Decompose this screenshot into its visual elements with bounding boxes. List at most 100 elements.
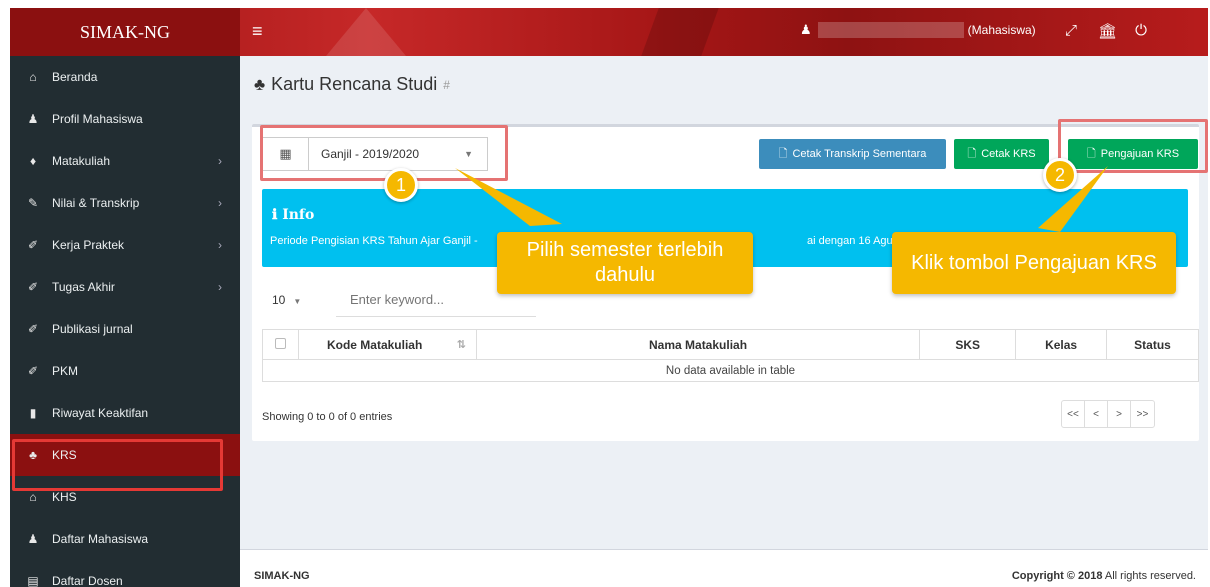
header-kode-label: Kode Matakuliah: [326, 337, 423, 352]
sidebar-item-label: Nilai & Transkrip: [52, 196, 140, 210]
sidebar-item-riwayat-keaktifan[interactable]: ▮ Riwayat Keaktifan: [10, 392, 240, 434]
graduation-icon: ⌂: [29, 490, 37, 504]
semester-highlight-box: [260, 125, 508, 181]
sidebar-item-label: Daftar Dosen: [52, 574, 123, 587]
info-text: Periode Pengisian KRS Tahun Ajar Ganjil …: [270, 235, 478, 247]
step-2-badge: 2: [1043, 158, 1077, 192]
info-text-end: ai dengan 16 Agust: [807, 235, 902, 247]
chevron-right-icon: ›: [218, 154, 222, 168]
user-icon: ♟: [800, 22, 812, 37]
users-icon: ♟: [27, 532, 39, 546]
diamond-icon: ♦: [29, 154, 37, 168]
table-header-row: Kode Matakuliah ⇅ Nama Matakuliah SKS Ke…: [262, 329, 1199, 360]
chevron-right-icon: ›: [218, 280, 222, 294]
sidebar-item-tugas-akhir[interactable]: ✐ Tugas Akhir ›: [10, 266, 240, 308]
copyright-rest: All rights reserved.: [1102, 570, 1196, 582]
page-hash: #: [443, 77, 450, 92]
sidebar-item-daftar-dosen[interactable]: ▤ Daftar Dosen: [10, 560, 240, 587]
first-page-button[interactable]: <<: [1062, 401, 1085, 427]
main-content: ♣ Kartu Rencana Studi # ▦ Ganjil - 2019/…: [240, 56, 1208, 549]
sidebar-item-daftar-mahasiswa[interactable]: ♟ Daftar Mahasiswa: [10, 518, 240, 560]
header-kelas[interactable]: Kelas: [1015, 329, 1108, 360]
page-length-value: 10: [272, 293, 286, 307]
callout-2: Klik tombol Pengajuan KRS: [892, 232, 1176, 294]
hamburger-menu-icon[interactable]: ≡: [252, 22, 263, 40]
select-all-header[interactable]: [262, 329, 299, 360]
pencil-icon: ✐: [27, 364, 39, 378]
sidebar-item-profil-mahasiswa[interactable]: ♟ Profil Mahasiswa: [10, 98, 240, 140]
footer-copyright: Copyright © 2018 All rights reserved.: [1012, 570, 1196, 582]
sidebar-item-kerja-praktek[interactable]: ✐ Kerja Praktek ›: [10, 224, 240, 266]
pencil-icon: ✐: [27, 238, 39, 252]
sidebar-item-pkm[interactable]: ✐ PKM: [10, 350, 240, 392]
document-icon: 🗋: [778, 147, 788, 160]
chevron-down-icon: ▼: [293, 297, 302, 306]
last-page-button[interactable]: >>: [1131, 401, 1154, 427]
header-sks[interactable]: SKS: [919, 329, 1017, 360]
sidebar-item-label: Kerja Praktek: [52, 238, 125, 252]
user-menu[interactable]: ♟ (Mahasiswa): [800, 22, 1036, 38]
top-navbar: SIMAK-NG ≡ ♟ (Mahasiswa) ⤢ 🏛 ⏻: [10, 8, 1208, 56]
sidebar-item-label: Riwayat Keaktifan: [52, 406, 149, 420]
cetak-transkrip-button[interactable]: 🗋 Cetak Transkrip Sementara: [759, 139, 946, 169]
list-icon: ▤: [27, 574, 39, 587]
pencil-icon: ✐: [27, 280, 39, 294]
sidebar-item-label: Tugas Akhir: [52, 280, 115, 294]
expand-icon[interactable]: ⤢: [1062, 22, 1080, 39]
edit-icon: ✎: [27, 196, 39, 210]
table-row: No data available in table: [262, 359, 1199, 382]
pagination: << < > >>: [1061, 400, 1155, 428]
redacted-username: [817, 22, 964, 38]
select-all-checkbox[interactable]: [274, 337, 286, 349]
sidebar-item-label: Daftar Mahasiswa: [52, 532, 149, 546]
next-page-button[interactable]: >: [1108, 401, 1131, 427]
cetak-krs-label: Cetak KRS: [981, 148, 1036, 160]
sidebar-item-nilai-transkrip[interactable]: ✎ Nilai & Transkrip ›: [10, 182, 240, 224]
prev-page-button[interactable]: <: [1085, 401, 1108, 427]
footer-brand: SIMAK-NG: [254, 570, 310, 582]
chevron-right-icon: ›: [218, 238, 222, 252]
empty-table-message: No data available in table: [262, 359, 1199, 382]
krs-highlight-box: [12, 439, 223, 491]
sidebar-item-matakuliah[interactable]: ♦ Matakuliah ›: [10, 140, 240, 182]
user-role: (Mahasiswa): [967, 23, 1036, 37]
home-icon: ⌂: [29, 70, 37, 84]
bookmark-icon: ▮: [29, 406, 37, 420]
sidebar-item-label: Profil Mahasiswa: [52, 112, 143, 126]
chevron-right-icon: ›: [218, 196, 222, 210]
cetak-transkrip-label: Cetak Transkrip Sementara: [792, 148, 927, 160]
cetak-krs-button[interactable]: 🗋 Cetak KRS: [954, 139, 1049, 169]
copyright-year: Copyright © 2018: [1011, 570, 1103, 582]
app-window: SIMAK-NG ≡ ♟ (Mahasiswa) ⤢ 🏛 ⏻ ⌂ Beranda ♟…: [10, 8, 1208, 587]
user-icon: ♟: [27, 112, 39, 126]
krs-table: Kode Matakuliah ⇅ Nama Matakuliah SKS Ke…: [262, 329, 1199, 382]
page-title: ♣ Kartu Rencana Studi #: [254, 74, 450, 95]
institution-icon[interactable]: 🏛: [1098, 22, 1117, 40]
sidebar-item-label: Publikasi jurnal: [52, 322, 133, 336]
sidebar-item-label: PKM: [52, 364, 79, 378]
info-title: ℹ Info: [272, 207, 315, 223]
power-icon[interactable]: ⏻: [1132, 22, 1150, 39]
footer: SIMAK-NG Copyright © 2018 All rights res…: [240, 549, 1208, 587]
header-nama-matakuliah[interactable]: Nama Matakuliah: [475, 329, 921, 360]
sidebar-item-beranda[interactable]: ⌂ Beranda: [10, 56, 240, 98]
step-1-badge: 1: [384, 168, 418, 202]
sidebar-item-publikasi-jurnal[interactable]: ✐ Publikasi jurnal: [10, 308, 240, 350]
header-status[interactable]: Status: [1106, 329, 1199, 360]
pencil-icon: ✐: [27, 322, 39, 336]
header-kode-matakuliah[interactable]: Kode Matakuliah ⇅: [297, 329, 477, 360]
sidebar-item-label: Beranda: [52, 70, 98, 84]
pengajuan-highlight-box: [1058, 119, 1208, 173]
document-icon: 🗋: [967, 147, 977, 160]
entries-info: Showing 0 to 0 of 0 entries: [262, 411, 393, 423]
sitemap-icon: ♣: [254, 74, 266, 94]
sort-icon: ⇅: [456, 338, 466, 351]
navbar-decoration: [326, 8, 406, 56]
page-length-select[interactable]: 10 ▼: [272, 293, 301, 307]
page-title-text: Kartu Rencana Studi: [271, 74, 438, 94]
sidebar-item-label: KHS: [52, 490, 77, 504]
callout-1: Pilih semester terlebih dahulu: [497, 232, 753, 294]
sidebar-item-label: Matakuliah: [52, 154, 111, 168]
app-brand[interactable]: SIMAK-NG: [10, 8, 240, 56]
sidebar: ⌂ Beranda ♟ Profil Mahasiswa ♦ Matakuliah › ✎ Ni…: [10, 56, 240, 587]
